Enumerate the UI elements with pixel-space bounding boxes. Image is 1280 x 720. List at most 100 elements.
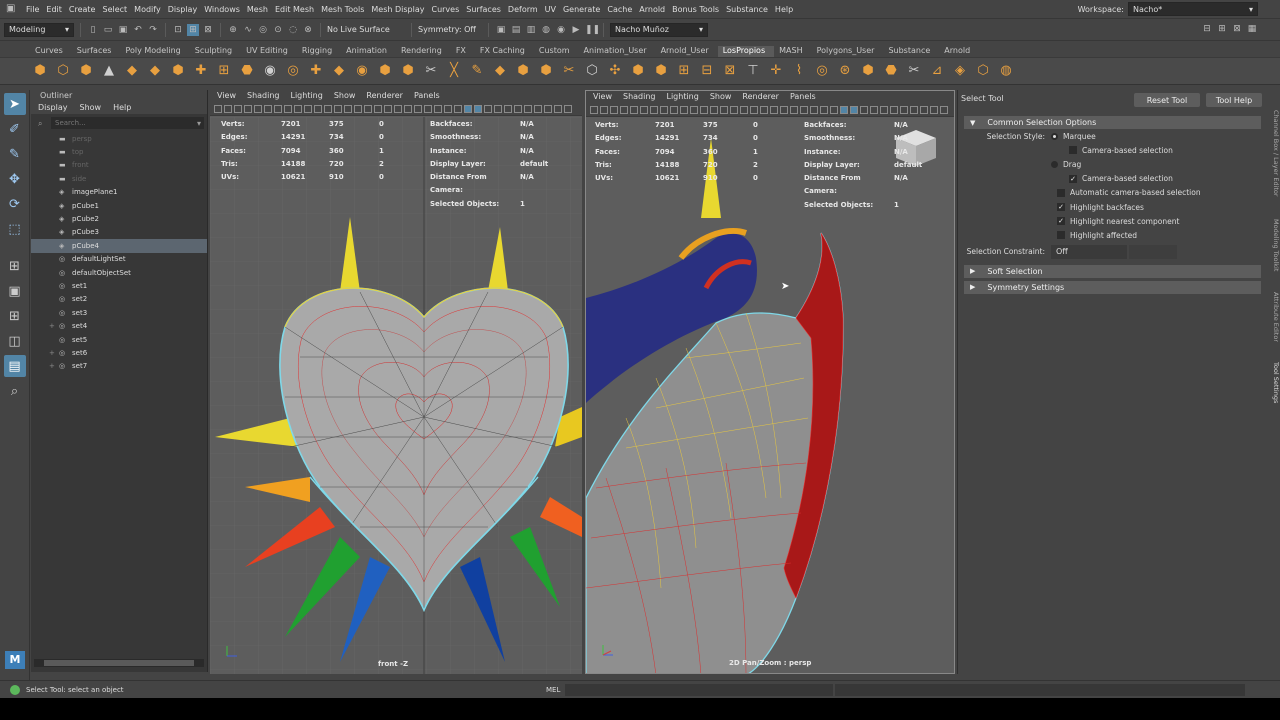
viewport-tool-icon[interactable]	[770, 105, 778, 114]
layout-single-icon[interactable]: ▣	[4, 280, 26, 302]
viewport-tool-icon[interactable]	[534, 104, 542, 113]
viewport-tool-icon[interactable]	[314, 104, 322, 113]
symmetry-settings-header[interactable]: ▶ Symmetry Settings	[964, 280, 1261, 294]
move-tool-icon[interactable]: ✥	[4, 168, 26, 190]
outliner-item-imageplane1[interactable]: ◈ imagePlane1	[31, 186, 207, 199]
viewport-tool-icon[interactable]	[910, 105, 918, 114]
shelf-cut-icon[interactable]: ✂	[421, 61, 441, 81]
viewport-tool-icon[interactable]	[940, 105, 948, 114]
viewport-menu-panels[interactable]: Panels	[414, 90, 440, 102]
shelf-tab-custom[interactable]: Custom	[534, 46, 579, 57]
viewport-tool-icon[interactable]	[514, 104, 522, 113]
viewport-tool-icon[interactable]	[424, 104, 432, 113]
menu-deform[interactable]: Deform	[508, 5, 545, 14]
viewport-tool-icon[interactable]	[870, 105, 878, 114]
attribute-editor-icon[interactable]: ⊞	[1216, 23, 1228, 35]
shelf-cone-icon[interactable]: ▲	[99, 61, 119, 81]
outliner-search-input[interactable]: Search...	[51, 117, 204, 129]
viewport-tool-icon[interactable]	[790, 105, 798, 114]
shelf-tab-fx[interactable]: FX	[451, 46, 475, 57]
tool-settings-icon[interactable]: ⊠	[1231, 23, 1243, 35]
lasso-tool-icon[interactable]: ✐	[4, 118, 26, 140]
modeling-toolkit-icon[interactable]: ⊟	[1201, 23, 1213, 35]
user-dropdown[interactable]: Nacho Muñoz ▾	[610, 22, 708, 37]
undo-icon[interactable]: ↶	[132, 24, 144, 36]
shelf-combine-icon[interactable]: ✚	[191, 61, 211, 81]
viewport-menu-lighting[interactable]: Lighting	[290, 90, 322, 102]
camera-based-checkbox-1[interactable]	[1069, 146, 1077, 155]
scrollbar-thumb[interactable]	[44, 660, 194, 666]
shelf-bridge-icon[interactable]: ◎	[283, 61, 303, 81]
viewport-tool-icon[interactable]	[284, 104, 292, 113]
viewport-tool-icon[interactable]	[244, 104, 252, 113]
outliner-scrollbar[interactable]	[34, 659, 204, 667]
snap-grid-icon[interactable]: ⊕	[227, 24, 239, 36]
open-scene-icon[interactable]: ▭	[102, 24, 114, 36]
make-live-icon[interactable]: ⊗	[302, 24, 314, 36]
save-scene-icon[interactable]: ▣	[117, 24, 129, 36]
viewport-tool-icon[interactable]	[620, 105, 628, 114]
side-tab-attribute-editor[interactable]: Attribute Editor	[1266, 285, 1280, 350]
shelf-tab-rendering[interactable]: Rendering	[396, 46, 451, 57]
highlight-backfaces-checkbox[interactable]: ✓	[1057, 203, 1065, 212]
shelf-multicut-icon[interactable]: ✂	[559, 61, 579, 81]
shelf-tab-animation-user[interactable]: Animation_User	[579, 46, 656, 57]
outliner-item-front[interactable]: ▬ front	[31, 159, 207, 172]
viewport-menu-shading[interactable]: Shading	[623, 91, 656, 103]
viewport-tool-icon[interactable]	[720, 105, 728, 114]
menu-mesh-tools[interactable]: Mesh Tools	[321, 5, 371, 14]
viewport-tool-icon[interactable]	[464, 104, 472, 113]
shelf-group-icon[interactable]: ⬡	[973, 61, 993, 81]
viewport-tool-icon[interactable]	[930, 105, 938, 114]
shelf-draw-icon[interactable]: ✎	[467, 61, 487, 81]
side-tab-tool-settings[interactable]: Tool Settings	[1266, 355, 1280, 410]
outliner-item-side[interactable]: ▬ side	[31, 172, 207, 185]
menu-set-dropdown[interactable]: Modeling ▾	[4, 22, 74, 37]
snap-surface-icon[interactable]: ◌	[287, 24, 299, 36]
menu-surfaces[interactable]: Surfaces	[466, 5, 508, 14]
front-viewport[interactable]: View Shading Lighting Show Renderer Panels	[210, 90, 582, 674]
viewport-tool-icon[interactable]	[224, 104, 232, 113]
menu-edit[interactable]: Edit	[46, 5, 69, 14]
shelf-pipe-icon[interactable]: ⬢	[168, 61, 188, 81]
camera-based-checkbox-2[interactable]: ✓	[1069, 174, 1077, 183]
viewport-tool-icon[interactable]	[710, 105, 718, 114]
render-view-icon[interactable]: ▶	[570, 24, 582, 36]
shelf-hypershade-icon[interactable]: ◍	[996, 61, 1016, 81]
shelf-tab-rigging[interactable]: Rigging	[297, 46, 341, 57]
viewport-tool-icon[interactable]	[610, 105, 618, 114]
viewport-menu-view[interactable]: View	[217, 90, 236, 102]
shelf-tab-substance[interactable]: Substance	[883, 46, 939, 57]
viewport-menu-view[interactable]: View	[593, 91, 612, 103]
shelf-tab-curves[interactable]: Curves	[30, 46, 72, 57]
shelf-tab-surfaces[interactable]: Surfaces	[72, 46, 121, 57]
shelf-extract-icon[interactable]: ⬣	[237, 61, 257, 81]
shelf-knife-icon[interactable]: ✂	[904, 61, 924, 81]
viewport-tool-icon[interactable]	[304, 104, 312, 113]
new-scene-icon[interactable]: ▯	[87, 24, 99, 36]
viewport-tool-icon[interactable]	[324, 104, 332, 113]
viewport-tool-icon[interactable]	[750, 105, 758, 114]
drag-radio[interactable]	[1051, 160, 1058, 168]
menu-windows[interactable]: Windows	[204, 5, 247, 14]
shelf-history-icon[interactable]: ⬢	[858, 61, 878, 81]
viewport-tool-icon[interactable]	[234, 104, 242, 113]
shelf-freeze-icon[interactable]: ⊛	[835, 61, 855, 81]
viewport-tool-icon[interactable]	[254, 104, 262, 113]
viewport-tool-icon[interactable]	[494, 104, 502, 113]
menu-uv[interactable]: UV	[545, 5, 563, 14]
highlight-affected-checkbox[interactable]	[1057, 231, 1065, 240]
viewport-menu-show[interactable]: Show	[334, 90, 356, 102]
outliner-item-persp[interactable]: ▬ persp	[31, 132, 207, 145]
viewport-tool-icon[interactable]	[900, 105, 908, 114]
shelf-tab-poly-modeling[interactable]: Poly Modeling	[120, 46, 189, 57]
outliner-menu-display[interactable]: Display	[38, 102, 68, 114]
viewport-tool-icon[interactable]	[294, 104, 302, 113]
viewport-tool-icon[interactable]	[334, 104, 342, 113]
viewport-tool-icon[interactable]	[680, 105, 688, 114]
viewport-menu-show[interactable]: Show	[710, 91, 732, 103]
viewport-tool-icon[interactable]	[344, 104, 352, 113]
viewport-tool-icon[interactable]	[850, 105, 858, 114]
viewport-tool-icon[interactable]	[660, 105, 668, 114]
viewport-tool-icon[interactable]	[650, 105, 658, 114]
